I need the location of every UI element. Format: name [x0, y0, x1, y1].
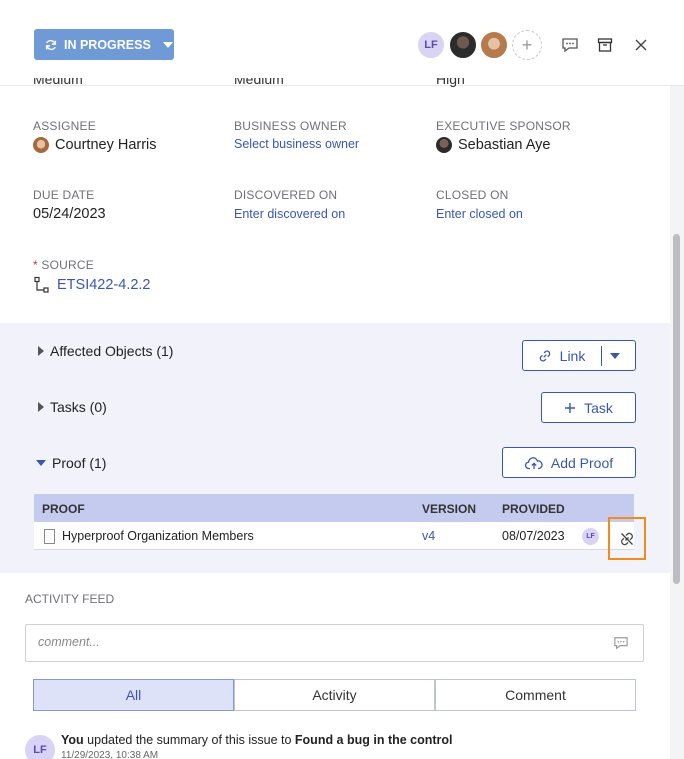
due-date-value[interactable]: 05/24/2023	[33, 206, 106, 222]
table-row[interactable]: Hyperproof Organization Members v4 08/07…	[34, 522, 634, 550]
add-collaborator-button[interactable]: +	[512, 30, 542, 60]
chevron-down-icon	[162, 41, 173, 48]
assignee-value[interactable]: Courtney Harris	[33, 137, 157, 153]
avatar-user-3[interactable]	[479, 30, 509, 60]
status-label: IN PROGRESS	[64, 37, 151, 52]
source-link[interactable]: ETSI422-4.2.2	[57, 277, 151, 293]
proof-table-header: PROOF VERSION PROVIDED	[34, 494, 634, 522]
assignee-label: ASSIGNEE	[33, 119, 96, 133]
comment-field[interactable]	[25, 624, 644, 662]
affected-objects-title: Affected Objects (1)	[50, 343, 174, 359]
field-value-clipped-3: High	[436, 78, 465, 87]
chevron-down-icon[interactable]	[610, 352, 621, 359]
add-task-button[interactable]: Task	[541, 392, 636, 423]
source-label: * SOURCE	[33, 258, 94, 272]
scrollbar-thumb[interactable]	[673, 234, 680, 584]
avatar	[33, 137, 49, 153]
executive-sponsor-name: Sebastian Aye	[458, 137, 551, 153]
source-label-text: SOURCE	[41, 258, 94, 272]
add-proof-label: Add Proof	[550, 454, 614, 471]
avatar: LF	[582, 528, 599, 545]
add-proof-button[interactable]: Add Proof	[502, 447, 636, 478]
affected-objects-toggle[interactable]: Affected Objects (1)	[38, 343, 173, 359]
proof-toggle[interactable]: Proof (1)	[36, 455, 106, 471]
feed-action: updated the summary of this issue to	[83, 733, 295, 747]
proof-name-link[interactable]: Hyperproof Organization Members	[62, 529, 254, 543]
split-divider	[601, 345, 603, 366]
executive-sponsor-value[interactable]: Sebastian Aye	[436, 137, 550, 153]
executive-sponsor-label: EXECUTIVE SPONSOR	[436, 119, 571, 133]
avatar-lf[interactable]: LF	[416, 30, 446, 60]
business-owner-label: BUSINESS OWNER	[234, 119, 347, 133]
feed-target: Found a bug in the control	[294, 733, 453, 747]
discovered-on-label: DISCOVERED ON	[234, 188, 338, 202]
proof-title: Proof (1)	[52, 455, 107, 471]
source-value[interactable]: ETSI422-4.2.2	[33, 276, 151, 294]
required-marker: *	[33, 258, 38, 272]
link-split-button[interactable]: Link	[522, 340, 636, 371]
feed-actor: You	[61, 733, 84, 747]
column-header-provided[interactable]: PROVIDED	[502, 502, 565, 516]
hierarchy-icon	[34, 276, 49, 293]
avatar-user-2[interactable]	[448, 30, 478, 60]
panel-header: IN PROGRESS LF +	[0, 0, 684, 86]
comment-icon[interactable]	[561, 36, 579, 54]
link-button-label: Link	[559, 347, 586, 364]
caret-down-icon	[36, 460, 46, 466]
proof-version-link[interactable]: v4	[422, 529, 435, 543]
tab-all[interactable]: All	[33, 679, 234, 711]
task-button-label: Task	[584, 399, 613, 416]
due-date-label: DUE DATE	[33, 188, 95, 202]
close-icon[interactable]	[632, 36, 650, 54]
document-icon	[44, 529, 55, 544]
unlink-icon	[621, 532, 633, 545]
feed-timestamp: 11/29/2023, 10:38 AM	[61, 750, 159, 759]
closed-on-label: CLOSED ON	[436, 188, 509, 202]
archive-icon[interactable]	[596, 36, 614, 54]
tab-comment[interactable]: Comment	[435, 679, 636, 711]
comment-icon	[614, 637, 628, 650]
feed-item-text: You updated the summary of this issue to…	[61, 733, 453, 747]
field-value-clipped-2: Medium	[234, 78, 284, 87]
plus-icon	[565, 402, 576, 413]
status-dropdown-button[interactable]: IN PROGRESS	[34, 29, 174, 60]
closed-on-input[interactable]: Enter closed on	[436, 207, 523, 221]
tasks-toggle[interactable]: Tasks (0)	[38, 399, 107, 415]
business-owner-select[interactable]: Select business owner	[234, 137, 359, 151]
cloud-upload-icon	[524, 456, 543, 469]
link-icon	[539, 349, 550, 362]
activity-feed-label: ACTIVITY FEED	[25, 592, 115, 606]
caret-right-icon	[38, 402, 44, 412]
proof-provided-date: 08/07/2023	[502, 529, 565, 543]
caret-right-icon	[38, 346, 44, 356]
activity-tabs: All Activity Comment	[33, 679, 636, 711]
column-header-version[interactable]: VERSION	[422, 502, 476, 516]
assignee-name: Courtney Harris	[55, 137, 157, 153]
avatar: LF	[25, 735, 55, 759]
comment-input[interactable]	[38, 635, 598, 649]
tasks-title: Tasks (0)	[50, 399, 107, 415]
discovered-on-input[interactable]: Enter discovered on	[234, 207, 345, 221]
column-header-proof[interactable]: PROOF	[42, 502, 85, 516]
field-value-clipped-1: Medium	[33, 78, 83, 87]
avatar	[436, 137, 452, 153]
unlink-proof-button[interactable]	[608, 517, 646, 560]
tab-activity[interactable]: Activity	[234, 679, 435, 711]
refresh-icon	[45, 39, 57, 50]
